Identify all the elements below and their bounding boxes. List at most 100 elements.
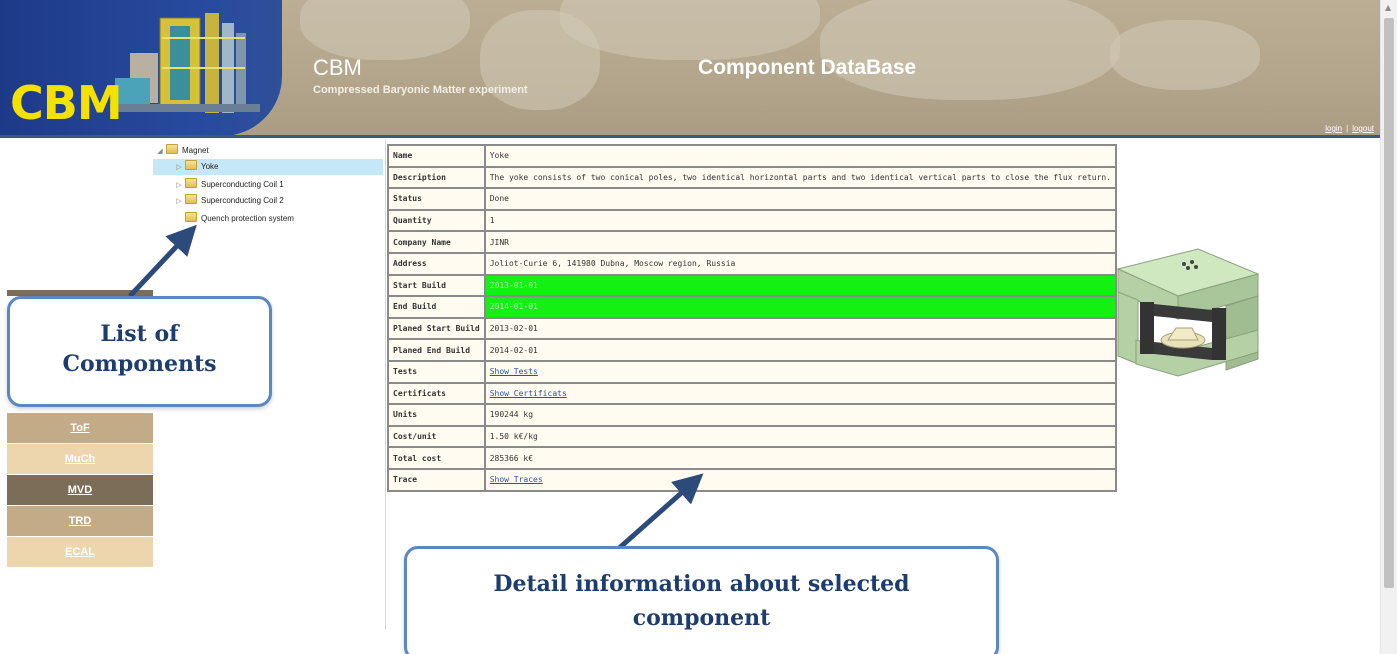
detail-row: Status Done xyxy=(387,187,1118,211)
callout-line: List of xyxy=(100,321,179,347)
detail-value: Show Traces xyxy=(483,467,1118,492)
detail-label: Cost/unit xyxy=(387,424,486,449)
detail-label: Planed End Build xyxy=(387,338,486,362)
detail-label: Units xyxy=(387,403,486,427)
app-subtitle: Compressed Baryonic Matter experiment xyxy=(313,84,528,96)
tree-node-quench-protection-system[interactable]: Quench protection system xyxy=(173,211,294,227)
logo-text: CBM xyxy=(10,76,123,130)
detail-row: Start Build 2013-01-01 xyxy=(387,273,1118,298)
detail-label: Address xyxy=(387,251,486,276)
auth-links: login | logout xyxy=(1325,124,1374,133)
detail-row: Description The yoke consists of two coni… xyxy=(387,165,1118,190)
detector-illustration-icon xyxy=(110,13,260,113)
detail-row: Certificats Show Certificats xyxy=(387,381,1118,406)
tree-node-label: Yoke xyxy=(201,162,219,171)
expand-icon[interactable]: ▷ xyxy=(173,194,185,210)
callout-list-of-components: List of Components xyxy=(7,296,272,407)
detail-label: Tests xyxy=(387,359,486,384)
expand-icon[interactable]: ▷ xyxy=(173,178,185,194)
detail-value: 1 xyxy=(483,208,1118,233)
login-link[interactable]: login xyxy=(1325,124,1342,133)
nav-item-ecal[interactable]: ECAL xyxy=(7,537,153,567)
detail-row: Cost/unit 1.50 k€/kg xyxy=(387,424,1118,449)
logout-link[interactable]: logout xyxy=(1352,124,1374,133)
detail-value: Show Tests xyxy=(483,359,1118,384)
page-title: Component DataBase xyxy=(698,56,917,79)
detail-label: Planed Start Build xyxy=(387,316,486,341)
tree-node-yoke[interactable]: ▷ Yoke xyxy=(153,159,383,175)
yoke-3d-model-image xyxy=(1116,248,1260,377)
callout-detail-information: Detail information about selected compon… xyxy=(404,546,999,654)
detail-value: 2013-02-01 xyxy=(483,316,1118,341)
detail-row: Tests Show Tests xyxy=(387,359,1118,384)
detail-label: Total cost xyxy=(387,446,486,470)
detail-row: Address Joliot-Curie 6, 141980 Dubna, Mos… xyxy=(387,251,1118,276)
callout-line: Detail information about selected xyxy=(493,571,910,597)
detail-value: Show Certificats xyxy=(483,381,1118,406)
detail-link[interactable]: Show Traces xyxy=(490,475,543,484)
auth-separator: | xyxy=(1346,124,1349,133)
detail-label: Start Build xyxy=(387,273,486,298)
detail-value: The yoke consists of two conical poles, … xyxy=(483,165,1118,190)
detail-row: Units 190244 kg xyxy=(387,403,1118,427)
tree-node-label: Magnet xyxy=(182,146,209,155)
collapse-icon[interactable]: ◢ xyxy=(154,144,166,160)
app-name: CBM xyxy=(313,55,362,80)
tree-node-label: Quench protection system xyxy=(201,214,294,223)
detail-row: Planed End Build 2014-02-01 xyxy=(387,338,1118,362)
folder-icon xyxy=(185,194,197,204)
detail-label: Status xyxy=(387,187,486,211)
detail-value: JINR xyxy=(483,230,1118,254)
expand-icon[interactable]: ▷ xyxy=(173,160,185,176)
map-shape xyxy=(1110,20,1260,90)
detail-row: Planed Start Build 2013-02-01 xyxy=(387,316,1118,341)
detail-label: Description xyxy=(387,165,486,190)
arrow-to-tree xyxy=(128,224,197,298)
detail-row: Trace Show Traces xyxy=(387,467,1118,492)
detail-link[interactable]: Show Certificats xyxy=(490,389,567,398)
detail-label: Company Name xyxy=(387,230,486,254)
callout-line: component xyxy=(632,605,771,631)
nav-item-mvd[interactable]: MVD xyxy=(7,475,153,505)
detail-value: 2014-01-01 xyxy=(483,295,1118,319)
detail-label: Quantity xyxy=(387,208,486,233)
scroll-up-icon[interactable]: ▲ xyxy=(1385,3,1391,12)
detail-label: Certificats xyxy=(387,381,486,406)
panel-divider xyxy=(385,140,386,630)
callout-line: Components xyxy=(62,351,217,377)
detail-value: 1.50 k€/kg xyxy=(483,424,1118,449)
scrollbar-thumb[interactable] xyxy=(1384,18,1394,588)
tree-node-superconducting-coil-1[interactable]: ▷ Superconducting Coil 1 xyxy=(173,177,284,193)
nav-item-trd[interactable]: TRD xyxy=(7,506,153,536)
map-shape xyxy=(820,0,1120,100)
tree-node-label: Superconducting Coil 1 xyxy=(201,180,284,189)
tree-node-superconducting-coil-2[interactable]: ▷ Superconducting Coil 2 xyxy=(173,193,284,209)
folder-icon xyxy=(166,144,178,154)
folder-icon xyxy=(185,178,197,188)
map-shape xyxy=(300,0,470,60)
detail-value: Joliot-Curie 6, 141980 Dubna, Moscow reg… xyxy=(483,251,1118,276)
detail-row: Quantity 1 xyxy=(387,208,1118,233)
detail-value: 190244 kg xyxy=(483,403,1118,427)
nav-item-tof[interactable]: ToF xyxy=(7,413,153,443)
nav-item-much[interactable]: MuCh xyxy=(7,444,153,474)
detail-row: End Build 2014-01-01 xyxy=(387,295,1118,319)
tree-node-magnet[interactable]: ◢ Magnet xyxy=(154,143,209,159)
detail-label: End Build xyxy=(387,295,486,319)
folder-icon xyxy=(185,212,197,222)
detail-value: 2013-01-01 xyxy=(483,273,1118,298)
detail-label: Trace xyxy=(387,467,486,492)
detail-value: Yoke xyxy=(483,144,1118,168)
detail-link[interactable]: Show Tests xyxy=(490,367,538,376)
detail-value: 2014-02-01 xyxy=(483,338,1118,362)
cbm-logo[interactable]: CBM xyxy=(0,0,282,135)
detail-label: Name xyxy=(387,144,486,168)
tree-node-label: Superconducting Coil 2 xyxy=(201,196,284,205)
page-header: CBM CBM Compressed Baryonic Matter exper… xyxy=(0,0,1380,138)
detail-row: Company Name JINR xyxy=(387,230,1118,254)
page-scrollbar[interactable]: ▲ xyxy=(1380,0,1397,654)
detail-value: 285366 k€ xyxy=(483,446,1118,470)
detail-row: Total cost 285366 k€ xyxy=(387,446,1118,470)
folder-icon xyxy=(185,160,197,170)
component-detail-table: Name Yoke Description The yoke consists of … xyxy=(387,144,1118,492)
